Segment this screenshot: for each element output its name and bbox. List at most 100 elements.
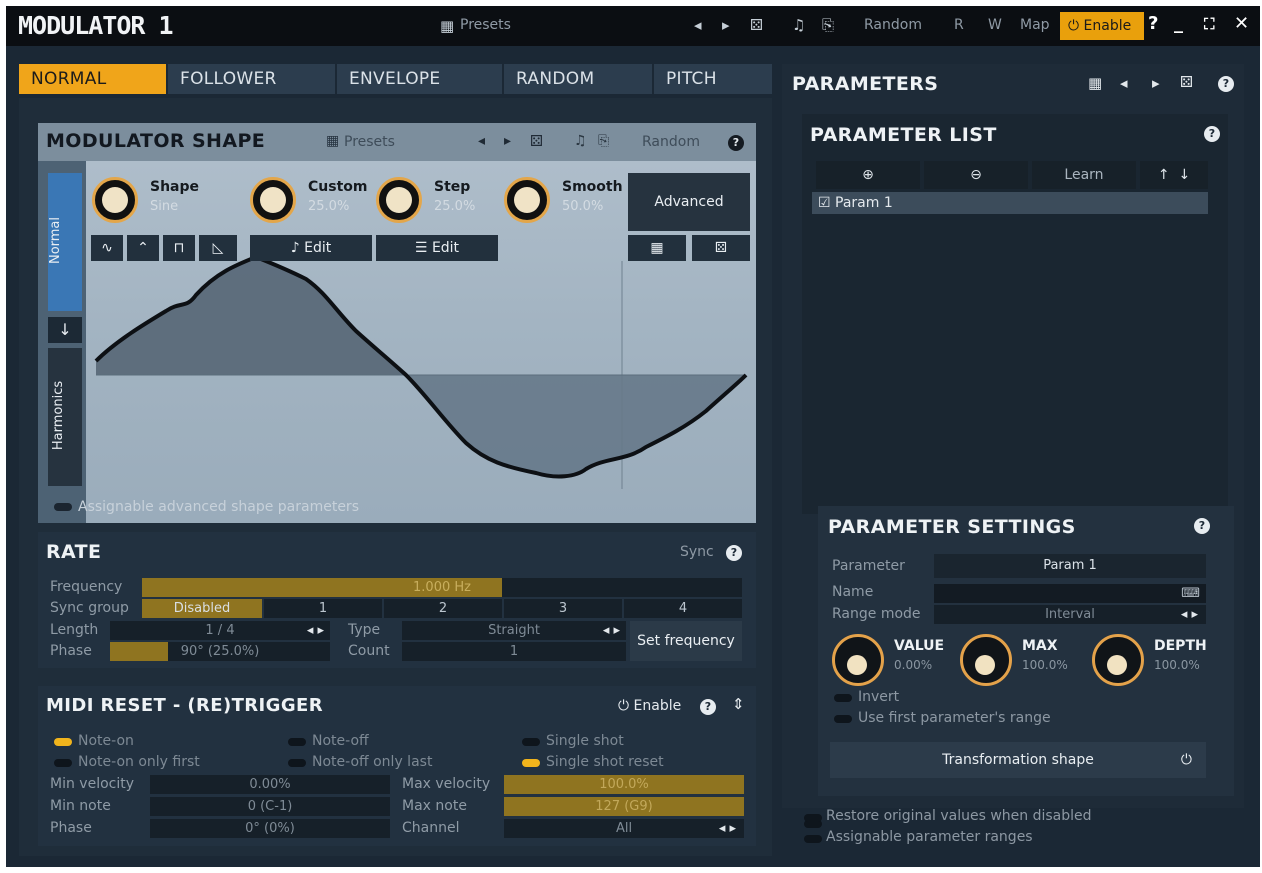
edit-custom-button[interactable]: ♪ Edit [250,235,372,261]
note-on-toggle[interactable] [54,738,72,746]
tab-follower[interactable]: FOLLOWER [168,64,335,94]
copy-icon[interactable]: ♫ [792,16,805,34]
square-wave-icon[interactable]: ⊓ [163,235,195,261]
min-velocity-slider[interactable]: 0.00% [150,775,390,794]
shape-random-button[interactable]: Random [642,134,700,150]
single-shot-toggle[interactable] [522,738,540,746]
length-field[interactable]: 1 / 4 ◂ ▸ [110,621,330,640]
transformation-power-icon[interactable]: ⏻ [1181,742,1192,778]
param-list-item[interactable]: ☑ Param 1 [812,192,1208,214]
sync-group-4[interactable]: 4 [624,599,742,618]
transformation-shape-button[interactable]: Transformation shape ⏻ [830,742,1206,778]
help-icon[interactable]: ? [1148,13,1158,34]
sync-group-disabled[interactable]: Disabled [142,599,262,618]
shape-presets-button[interactable]: Presets [344,134,395,150]
param-settings-help-icon[interactable]: ? [1194,518,1210,534]
param-list-help-icon[interactable]: ? [1204,126,1220,142]
shape-knob[interactable] [92,177,138,223]
randomize-dice-icon[interactable]: ⚄ [750,16,763,34]
min-note-slider[interactable]: 0 (C-1) [150,797,390,816]
param-grid-icon[interactable]: ▦ [1088,74,1102,92]
step-knob[interactable] [376,177,422,223]
edit-steps-button[interactable]: ☰ Edit [376,235,498,261]
type-arrows-icon[interactable]: ◂ ▸ [603,621,620,640]
map-button[interactable]: Map [1020,17,1050,33]
sync-button[interactable]: Sync [680,544,714,560]
count-field[interactable]: 1 [402,642,626,661]
shape-dice-icon[interactable]: ⚄ [530,132,543,150]
smooth-knob[interactable] [504,177,550,223]
type-field[interactable]: Straight ◂ ▸ [402,621,626,640]
value-knob[interactable] [832,634,884,686]
shape-grid-icon[interactable]: ▦ [628,235,686,261]
assignable-ranges-toggle[interactable] [804,835,822,843]
custom-knob[interactable] [250,177,296,223]
prev-preset-icon[interactable]: ◂ [694,16,702,34]
restore-original-toggle[interactable] [804,814,822,822]
presets-button[interactable]: Presets [460,17,511,33]
note-off-last-toggle[interactable] [288,759,306,767]
sine-wave-icon[interactable]: ∿ [91,235,123,261]
random-button[interactable]: Random [864,17,922,33]
set-frequency-button[interactable]: Set frequency [630,621,742,661]
tab-normal[interactable]: NORMAL [19,64,166,94]
saw-wave-icon[interactable]: ◺ [199,235,237,261]
triangle-wave-icon[interactable]: ⌃ [127,235,159,261]
minimize-icon[interactable]: _ [1174,13,1183,34]
remove-param-button[interactable]: ⊖ [924,161,1028,189]
rate-help-icon[interactable]: ? [726,545,742,561]
shape-copy-icon[interactable]: ♫ [574,133,587,149]
sync-group-1[interactable]: 1 [264,599,382,618]
channel-field[interactable]: All ◂ ▸ [504,819,744,838]
enable-button[interactable]: ⏻ Enable [1060,12,1144,40]
max-note-slider[interactable]: 127 (G9) [504,797,744,816]
arrow-down-icon[interactable]: ↓ [48,317,82,343]
single-shot-reset-toggle[interactable] [522,759,540,767]
move-up-down-button[interactable]: ↑ ↓ [1140,161,1208,189]
tab-envelope[interactable]: ENVELOPE [337,64,502,94]
parameter-select[interactable]: Param 1 [934,554,1206,578]
param-prev-icon[interactable]: ◂ [1120,74,1128,92]
collapse-chevron-icon[interactable]: ⇕ [732,695,745,713]
midi-enable-button[interactable]: ⏻ Enable [618,698,681,714]
sync-group-2[interactable]: 2 [384,599,502,618]
sync-group-3[interactable]: 3 [504,599,622,618]
depth-knob[interactable] [1092,634,1144,686]
note-on-first-toggle[interactable] [54,759,72,767]
shape-presets-grid-icon[interactable]: ▦ [326,133,339,149]
advanced-button[interactable]: Advanced [628,173,750,231]
tab-random[interactable]: RANDOM [504,64,652,94]
note-off-toggle[interactable] [288,738,306,746]
side-tab-normal[interactable]: Normal [48,173,82,311]
write-button[interactable]: W [988,17,1002,33]
midi-phase-slider[interactable]: 0° (0%) [150,819,390,838]
shape-randomize-icon[interactable]: ⚄ [692,235,750,261]
midi-help-icon[interactable]: ? [700,699,716,715]
shape-canvas[interactable]: Shape Sine Custom 25.0% Step 25.0% Smoot… [86,161,756,523]
shape-next-icon[interactable]: ▸ [504,133,511,149]
name-input[interactable]: ⌨ [934,584,1206,603]
range-mode-arrows-icon[interactable]: ◂ ▸ [1181,605,1198,624]
side-tab-harmonics[interactable]: Harmonics [48,348,82,486]
max-velocity-slider[interactable]: 100.0% [504,775,744,794]
max-knob[interactable] [960,634,1012,686]
shape-prev-icon[interactable]: ◂ [478,133,485,149]
tab-pitch[interactable]: PITCH [654,64,772,94]
presets-grid-icon[interactable]: ▦ [440,17,454,35]
shape-help-icon[interactable]: ? [728,135,744,151]
frequency-slider[interactable]: 1.000 Hz [142,578,742,597]
paste-icon[interactable]: ⎘ [822,16,834,34]
parameters-help-icon[interactable]: ? [1218,76,1234,92]
shape-paste-icon[interactable]: ⎘ [598,133,609,149]
fullscreen-icon[interactable]: ⛶ [1204,15,1215,33]
phase-slider[interactable]: 90° (25.0%) [110,642,330,661]
length-arrows-icon[interactable]: ◂ ▸ [307,621,324,640]
add-param-button[interactable]: ⊕ [816,161,920,189]
keyboard-icon[interactable]: ⌨ [1181,584,1200,603]
next-preset-icon[interactable]: ▸ [722,16,730,34]
assignable-shape-toggle[interactable] [54,503,72,511]
use-first-range-toggle[interactable] [834,715,852,723]
learn-button[interactable]: Learn [1032,161,1136,189]
channel-arrows-icon[interactable]: ◂ ▸ [719,819,736,838]
close-icon[interactable]: ✕ [1234,13,1249,34]
